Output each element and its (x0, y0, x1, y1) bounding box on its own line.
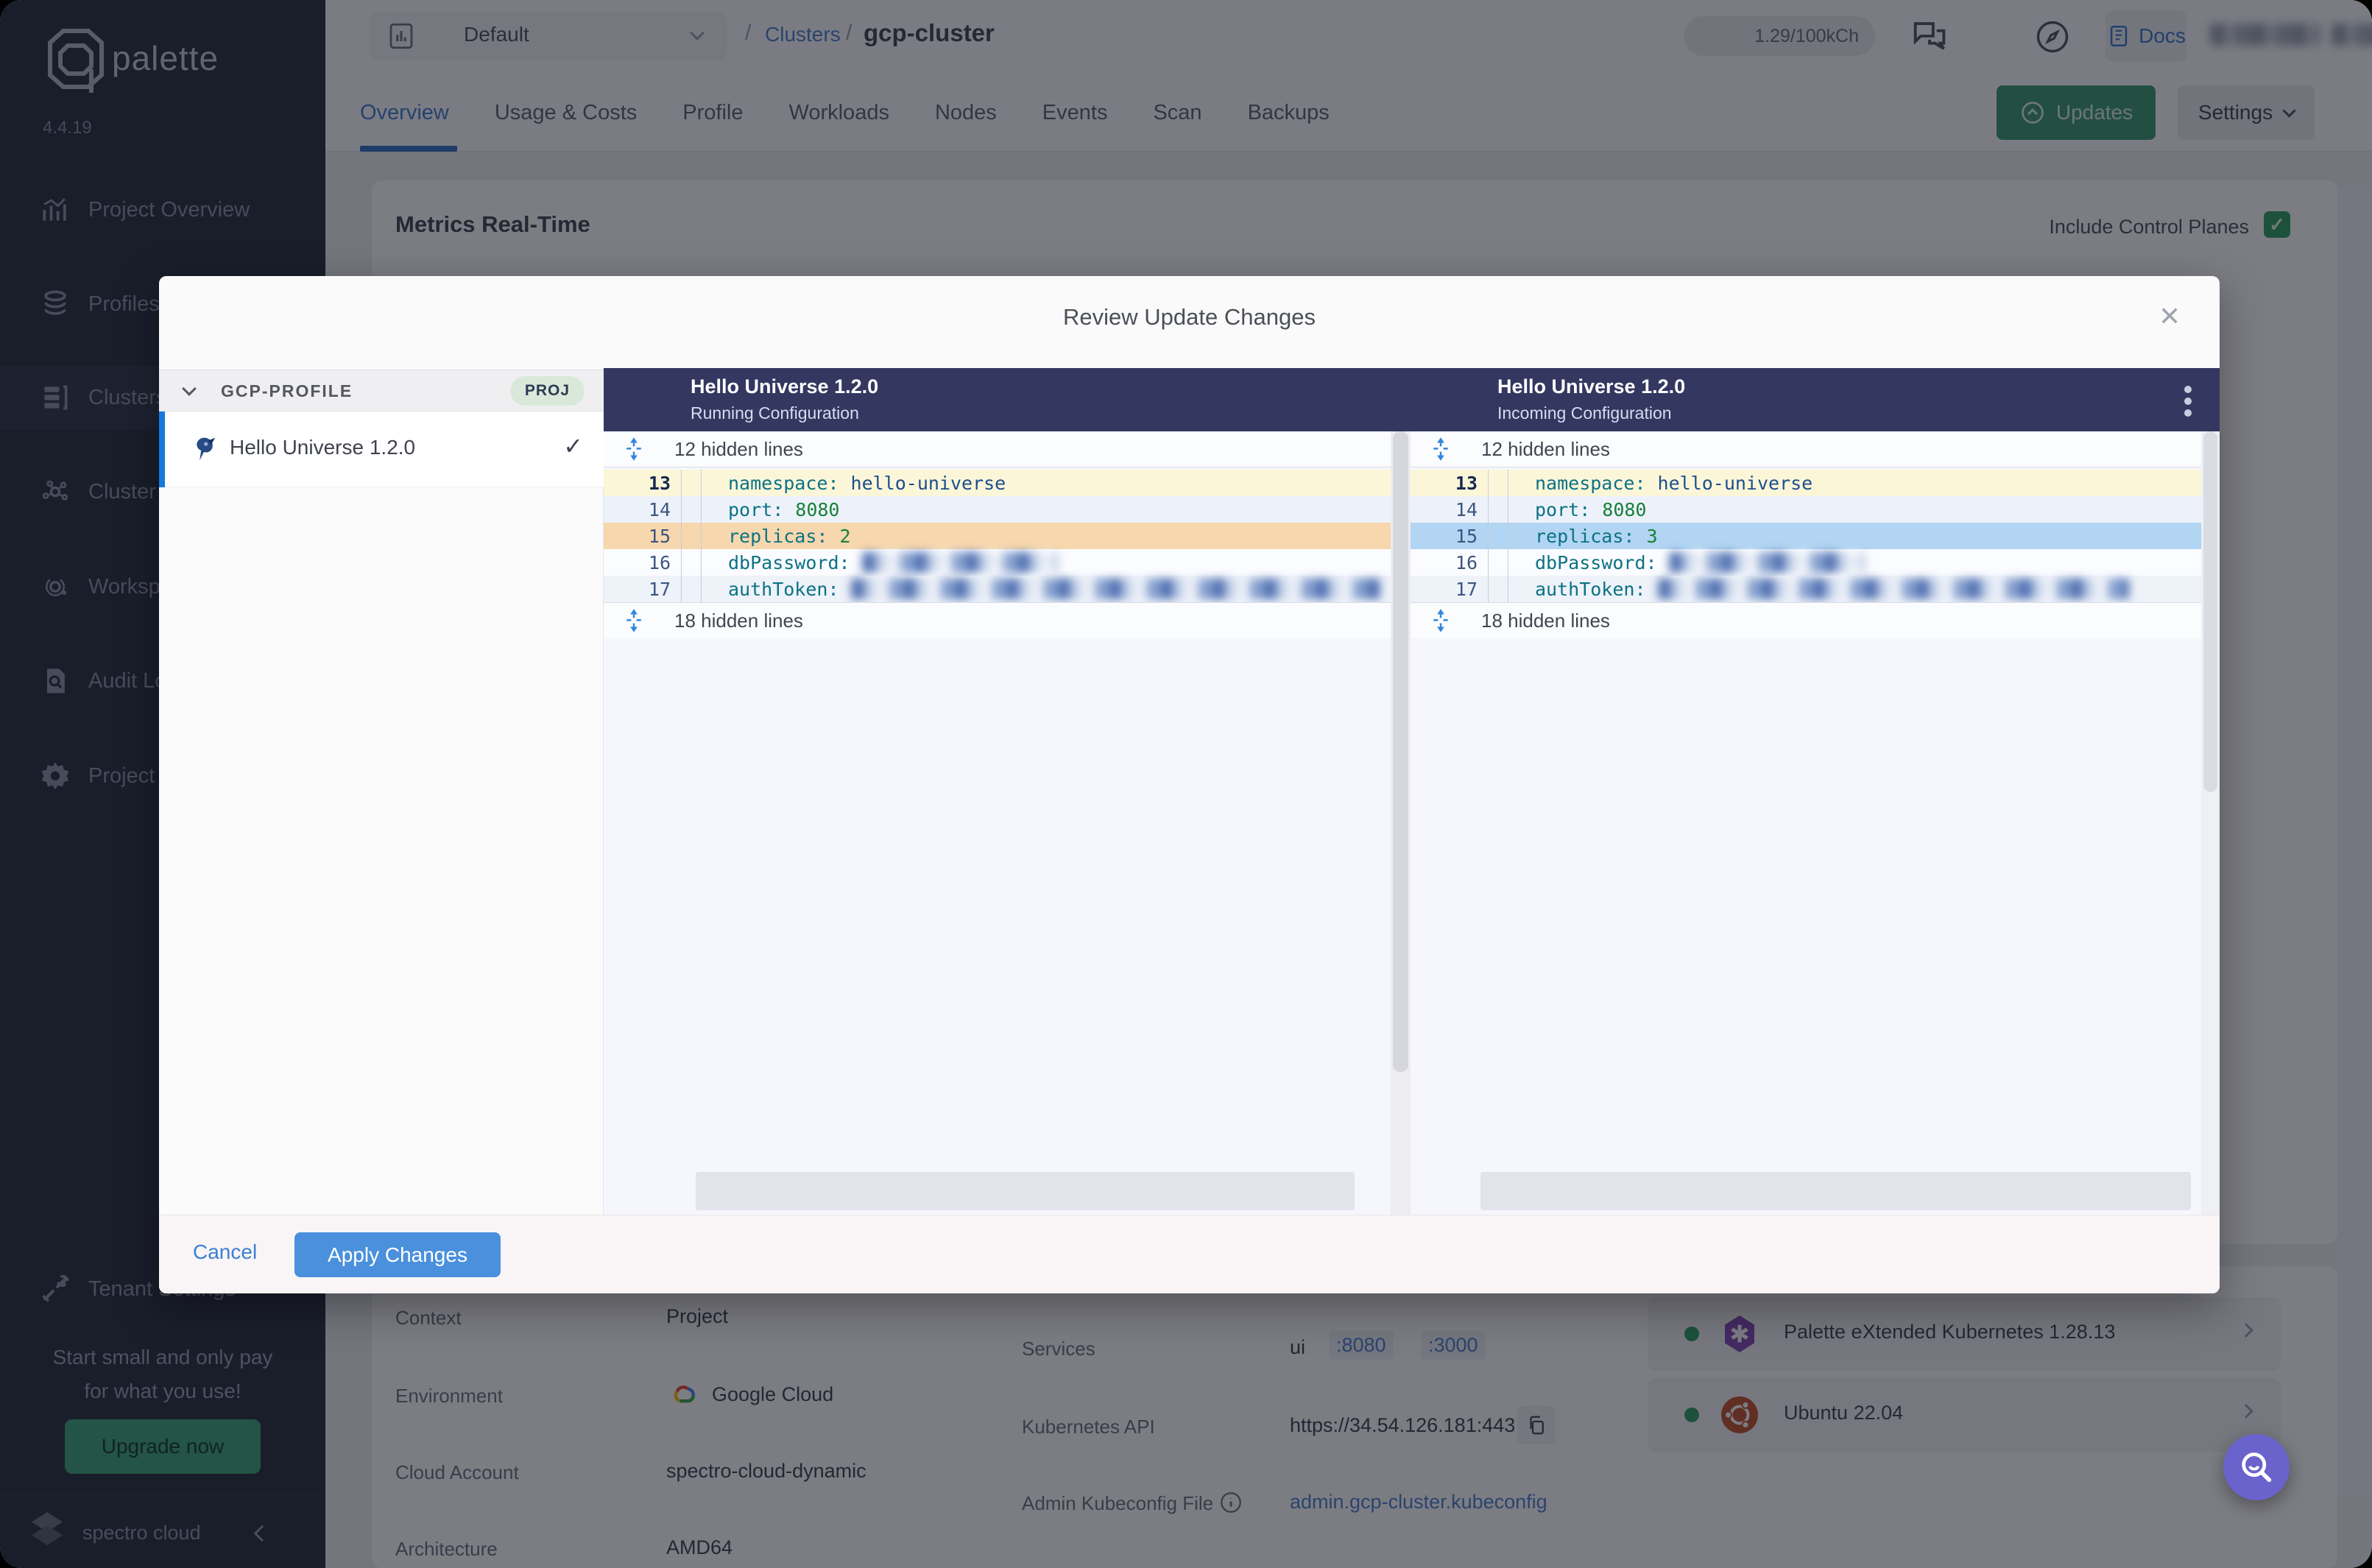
cancel-button[interactable]: Cancel (193, 1240, 257, 1264)
running-pane-title: Hello Universe 1.2.0 (691, 375, 879, 398)
hidden-lines-label: 18 hidden lines (674, 609, 803, 632)
unfold-icon (626, 437, 641, 461)
code-line-secret: 17 authToken: (604, 576, 1391, 602)
running-pane-subtitle: Running Configuration (691, 403, 859, 423)
profile-name: Hello Universe 1.2.0 (230, 436, 416, 459)
code-line-changed: 15 replicas: 3 (1411, 523, 2201, 549)
check-icon: ✓ (563, 433, 583, 459)
incoming-pane-subtitle: Incoming Configuration (1497, 403, 1672, 423)
help-search-fab[interactable] (2223, 1434, 2290, 1500)
redacted-value (861, 552, 1057, 573)
selected-indicator (159, 412, 165, 487)
modal-title: Review Update Changes (1063, 304, 1316, 330)
incoming-configuration-editor[interactable]: 12 hidden lines 13 namespace: hello-unive… (1411, 431, 2201, 1215)
code-line: 14 port: 8080 (1411, 496, 2201, 523)
code-line: 13 namespace: hello-universe (1411, 470, 2201, 496)
review-update-changes-modal: Review Update Changes ✕ GCP-PROFILE PROJ… (159, 276, 2220, 1293)
unfold-icon (626, 609, 641, 632)
diff-header-bar: Hello Universe 1.2.0 Running Configurati… (604, 368, 2220, 431)
profile-list-panel: GCP-PROFILE PROJ Hello Universe 1.2.0 ✓ (159, 368, 604, 1215)
hidden-lines-row[interactable]: 18 hidden lines (604, 602, 1391, 638)
incoming-pane-title: Hello Universe 1.2.0 (1497, 375, 1686, 398)
horizontal-scrollbar[interactable] (696, 1172, 1355, 1210)
profile-group-header[interactable]: GCP-PROFILE PROJ (159, 370, 604, 412)
hidden-lines-row[interactable]: 12 hidden lines (604, 431, 1391, 467)
redacted-value (850, 579, 1381, 599)
code-line-secret: 16 dbPassword: (1411, 549, 2201, 576)
hidden-lines-label: 12 hidden lines (674, 437, 803, 460)
hidden-lines-label: 12 hidden lines (1481, 437, 1610, 460)
hidden-lines-row[interactable]: 18 hidden lines (1411, 602, 2201, 638)
magnifier-smile-icon (2242, 1452, 2272, 1483)
unfold-icon (1433, 609, 1448, 632)
code-line: 13 namespace: hello-universe (604, 470, 1391, 496)
running-configuration-editor[interactable]: 12 hidden lines 13 namespace: hello-unive… (604, 431, 1391, 1215)
hello-universe-icon (197, 437, 216, 461)
close-icon[interactable]: ✕ (2159, 301, 2181, 332)
code-line-changed: 15 replicas: 2 (604, 523, 1391, 549)
vertical-scrollbar[interactable] (1391, 431, 1411, 1215)
chevron-down-icon (182, 381, 197, 396)
hidden-lines-row[interactable]: 12 hidden lines (1411, 431, 2201, 467)
scope-badge: PROJ (509, 376, 585, 406)
profile-list-item[interactable]: Hello Universe 1.2.0 ✓ (159, 412, 604, 487)
hidden-lines-label: 18 hidden lines (1481, 609, 1610, 632)
vertical-scrollbar[interactable] (2201, 431, 2220, 1215)
redacted-value (1668, 552, 1864, 573)
code-line-secret: 16 dbPassword: (604, 549, 1391, 576)
profile-group-name: GCP-PROFILE (221, 381, 353, 400)
unfold-icon (1433, 437, 1448, 461)
code-line: 14 port: 8080 (604, 496, 1391, 523)
apply-changes-button[interactable]: Apply Changes (294, 1232, 501, 1277)
modal-footer: Cancel Apply Changes (159, 1215, 2220, 1293)
kebab-menu-icon[interactable] (2184, 381, 2192, 420)
code-line-secret: 17 authToken: (1411, 576, 2201, 602)
redacted-value (1657, 579, 2129, 599)
horizontal-scrollbar[interactable] (1480, 1172, 2191, 1210)
app-window: palette 4.4.19 Project Overview Profiles… (0, 0, 2372, 1568)
